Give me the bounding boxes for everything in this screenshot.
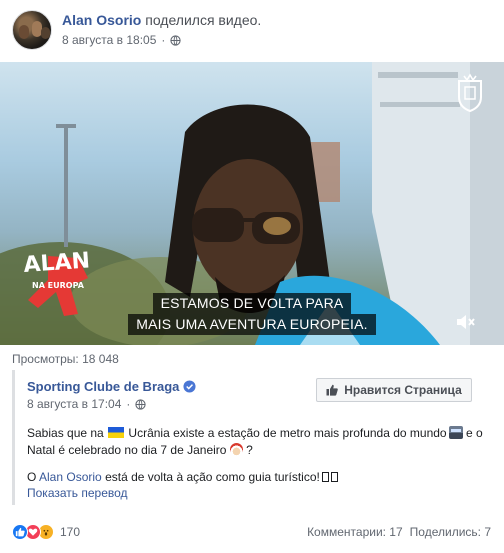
post-meta: 8 августа в 18:05 · <box>62 33 182 47</box>
svg-text:NA EUROPA: NA EUROPA <box>32 281 85 290</box>
thumbs-up-icon <box>326 384 339 396</box>
like-reaction-icon <box>12 524 28 540</box>
post-header: Alan Osorio поделился видео. 8 августа в… <box>12 10 492 52</box>
shared-post: Sporting Clube de Braga 8 августа в 17:0… <box>12 370 492 505</box>
unknown-glyph-icon <box>321 472 329 482</box>
metro-train-icon <box>448 426 463 439</box>
subtitle-line-2: MAIS UMA AVENTURA EUROPEIA. <box>128 314 376 335</box>
shared-date[interactable]: 8 августа в 17:04 <box>27 397 121 411</box>
engagement-counts: Комментарии: 17 Поделились: 7 <box>307 525 491 539</box>
view-count: Просмотры: 18 048 <box>12 352 119 366</box>
shared-meta: 8 августа в 17:04 · <box>27 397 147 411</box>
globe-icon[interactable] <box>170 34 182 46</box>
ukraine-flag-icon <box>108 427 125 438</box>
author-line: Alan Osorio поделился видео. <box>62 12 261 28</box>
mention-link[interactable]: Alan Osorio <box>39 470 102 484</box>
like-page-label: Нравится Страница <box>344 383 462 397</box>
show-translation-link[interactable]: Показать перевод <box>27 486 128 500</box>
video-subtitles: ESTAMOS DE VOLTA PARA MAIS UMA AVENTURA … <box>0 293 504 335</box>
shared-post-text-2: O Alan Osorio está de volta à ação como … <box>27 470 338 484</box>
reactions-summary[interactable]: 170 <box>12 524 80 540</box>
verified-badge-icon <box>183 380 196 393</box>
santa-icon <box>229 443 243 456</box>
reaction-count: 170 <box>60 525 81 539</box>
subtitle-line-1: ESTAMOS DE VOLTA PARA <box>152 293 352 314</box>
like-page-button[interactable]: Нравится Страница <box>316 378 472 402</box>
avatar[interactable] <box>12 10 52 50</box>
post-footer: 170 Комментарии: 17 Поделились: 7 <box>12 524 492 544</box>
shared-post-text: Sabias que na Ucrânia existe a estação d… <box>27 426 483 457</box>
comments-count[interactable]: Комментарии: 17 <box>307 525 403 539</box>
unknown-glyph-icon <box>330 472 338 482</box>
globe-icon[interactable] <box>135 398 147 410</box>
svg-text:ALAN: ALAN <box>23 248 91 278</box>
shares-count[interactable]: Поделились: 7 <box>410 525 491 539</box>
post-date[interactable]: 8 августа в 18:05 <box>62 33 156 47</box>
author-action: поделился видео. <box>145 12 262 28</box>
club-crest-icon <box>458 73 482 113</box>
author-name[interactable]: Alan Osorio <box>62 12 141 28</box>
page-name-row: Sporting Clube de Braga <box>27 379 196 394</box>
page-name[interactable]: Sporting Clube de Braga <box>27 379 179 394</box>
